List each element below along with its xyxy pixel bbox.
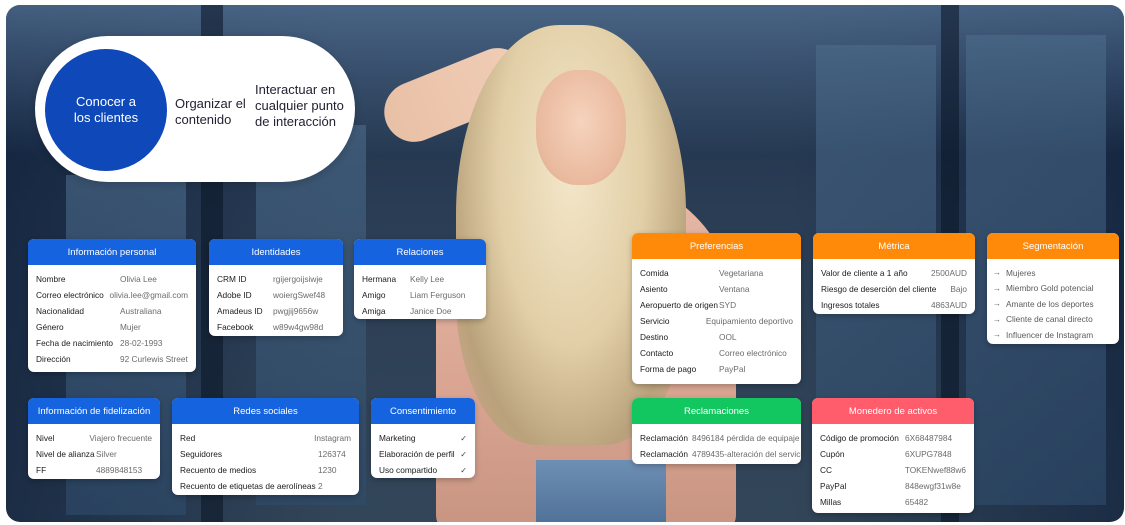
social-row: Seguidores 126374 <box>180 449 346 459</box>
loyalty-row: Nivel de alianza Silver <box>36 449 117 459</box>
card-consent: Consentimiento Marketing ✓ Elaboración de… <box>371 398 475 478</box>
segment-item: → Mujeres <box>993 267 1036 278</box>
loyalty-row: FF 4889848153 <box>36 465 143 475</box>
consent-row: Marketing ✓ <box>379 433 467 443</box>
info-row: Fecha de nacimiento 28-02-1993 <box>36 338 163 348</box>
card-claims: Reclamaciones Reclamación 8496184 pérdida… <box>632 398 801 464</box>
preference-row: Comida Vegetariana <box>640 268 764 278</box>
preference-row: Forma de pago PayPal <box>640 364 746 374</box>
card-personal-info: Información personal Nombre Olivia Lee Co… <box>28 239 196 372</box>
card-header: Segmentación <box>987 233 1119 259</box>
preference-row: Destino OOL <box>640 332 737 342</box>
loyalty-row: Nivel Viajero frecuente <box>36 433 152 443</box>
wallet-row: PayPal 848ewgf31w8e <box>820 481 961 491</box>
card-header: Reclamaciones <box>632 398 801 424</box>
segment-item: → Influencer de Instagram <box>993 329 1094 340</box>
card-preferences: Preferencias Comida Vegetariana Asiento Ve… <box>632 233 801 384</box>
card-identities: Identidades CRM ID rgijergoijsiwje Adobe … <box>209 239 343 336</box>
wallet-row: CC TOKENwef88w6 <box>820 465 966 475</box>
identity-row: Amadeus ID pwgjij9656w <box>217 306 319 316</box>
card-header: Monedero de activos <box>812 398 974 424</box>
card-header: Preferencias <box>632 233 801 259</box>
segment-item: → Cliente de canal directo <box>993 314 1093 325</box>
toggle-option-know-customers[interactable]: Conocer a los clientes <box>45 49 167 171</box>
consent-row: Elaboración de perfil ✓ <box>379 449 467 459</box>
preference-row: Asiento Ventana <box>640 284 750 294</box>
card-segmentation: Segmentación → Mujeres → Miembro Gold pote… <box>987 233 1119 344</box>
view-toggle: Conocer a los clientes Organizar el cont… <box>35 36 355 182</box>
claim-row: Reclamación 4789435-alteración del servic… <box>640 449 801 459</box>
card-header: Información de fidelización <box>28 398 160 424</box>
info-row: Nombre Olivia Lee <box>36 274 157 284</box>
relation-row: Hermana Kelly Lee <box>362 274 445 284</box>
info-row: Correo electrónico olivia.lee@gmail.com <box>36 290 188 300</box>
card-header: Identidades <box>209 239 343 265</box>
arrow-right-icon: → <box>993 299 1001 309</box>
person-jeans <box>536 460 666 522</box>
arrow-right-icon: → <box>993 283 1001 293</box>
card-header: Métrica <box>813 233 975 259</box>
wallet-row: Cupón 6XUPG7848 <box>820 449 952 459</box>
consent-row: Uso compartido ✓ <box>379 465 467 475</box>
card-header: Información personal <box>28 239 196 265</box>
identity-row: CRM ID rgijergoijsiwje <box>217 274 323 284</box>
card-social: Redes sociales Red Instagram Seguidores 12… <box>172 398 359 495</box>
relation-row: Amiga Janice Doe <box>362 306 452 316</box>
preference-row: Contacto Correo electrónico <box>640 348 787 358</box>
card-header: Relaciones <box>354 239 486 265</box>
preference-row: Aeropuerto de origen SYD <box>640 300 737 310</box>
metric-row: Valor de cliente a 1 año 2500AUD <box>821 268 967 278</box>
card-loyalty: Información de fidelización Nivel Viajero… <box>28 398 160 479</box>
arrow-right-icon: → <box>993 330 1001 340</box>
preference-row: Servicio Equipamiento deportivo <box>640 316 793 326</box>
card-relations: Relaciones Hermana Kelly Lee Amigo Liam Fe… <box>354 239 486 319</box>
metric-row: Riesgo de deserción del cliente Bajo <box>821 284 967 294</box>
person-face <box>536 70 626 185</box>
arrow-right-icon: → <box>993 314 1001 324</box>
identity-row: Adobe ID woiergSwef48 <box>217 290 326 300</box>
checkmark-icon: ✓ <box>460 449 467 459</box>
metric-row: Ingresos totales 4863AUD <box>821 300 967 310</box>
card-wallet: Monedero de activos Código de promoción 6… <box>812 398 974 513</box>
arrow-right-icon: → <box>993 268 1001 278</box>
checkmark-icon: ✓ <box>460 433 467 443</box>
wallet-row: Código de promoción 6X68487984 <box>820 433 953 443</box>
social-row: Recuento de etiquetas de aerolíneas 2 <box>180 481 323 491</box>
card-header: Redes sociales <box>172 398 359 424</box>
identity-row: Facebook w89w4gw98d <box>217 322 324 332</box>
info-row: Nacionalidad Australiana <box>36 306 162 316</box>
wallet-row: Millas 65482 <box>820 497 929 507</box>
relation-row: Amigo Liam Ferguson <box>362 290 466 300</box>
checkmark-icon: ✓ <box>460 465 467 475</box>
claim-row: Reclamación 8496184 pérdida de equipaje <box>640 433 800 443</box>
social-row: Red Instagram <box>180 433 351 443</box>
segment-item: → Miembro Gold potencial <box>993 283 1094 294</box>
social-row: Recuento de medios 1230 <box>180 465 337 475</box>
card-header: Consentimiento <box>371 398 475 424</box>
info-row: Género Mujer <box>36 322 141 332</box>
toggle-option-organize-content[interactable]: Organizar el contenido <box>175 96 247 128</box>
info-row: Dirección 92 Curlewis Street <box>36 354 188 364</box>
segment-item: → Amante de los deportes <box>993 298 1094 309</box>
toggle-option-interact[interactable]: Interactuar en cualquier punto de intera… <box>255 82 350 130</box>
card-metrics: Métrica Valor de cliente a 1 año 2500AUD … <box>813 233 975 314</box>
